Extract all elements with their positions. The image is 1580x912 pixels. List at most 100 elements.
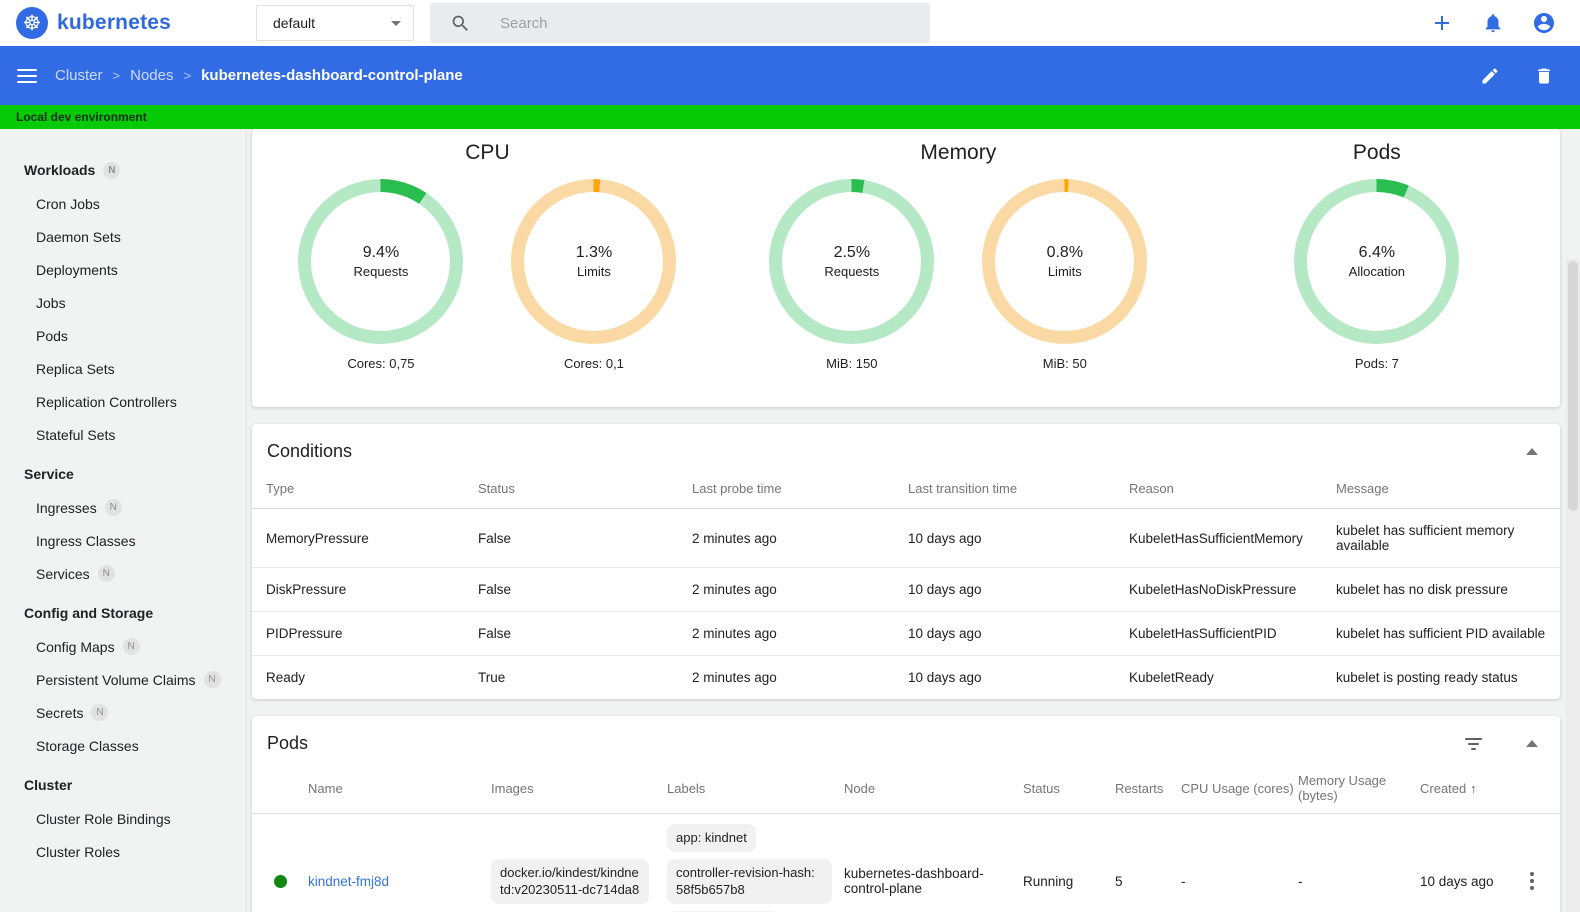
menu-icon[interactable] [17, 68, 37, 83]
create-resource-button[interactable] [1430, 11, 1454, 35]
cpu-limits-donut: 1.3% Limits [511, 179, 677, 344]
kubernetes-logo-icon: ☸ [16, 7, 48, 39]
sidebar-item-cluster-role-bindings[interactable]: Cluster Role Bindings [0, 802, 246, 835]
kebab-menu-icon[interactable] [1520, 872, 1544, 891]
column-header-last-probe-time: Last probe time [678, 475, 894, 509]
sidebar-section-config-and-storage: Config and Storage [24, 605, 154, 621]
breadcrumb-bar: Cluster > Nodes > kubernetes-dashboard-c… [0, 46, 1580, 105]
sidebar-item-replica-sets[interactable]: Replica Sets [0, 352, 246, 385]
sidebar-item-services[interactable]: Services N [0, 557, 246, 590]
search-icon [448, 11, 472, 35]
conditions-title: Conditions [267, 441, 353, 461]
pod-memory-usage: - [1298, 873, 1303, 889]
sidebar-item-persistent-volume-claims[interactable]: Persistent Volume Claims N [0, 663, 246, 696]
new-badge: N [103, 161, 121, 179]
sidebar-item-ingress-classes[interactable]: Ingress Classes [0, 524, 246, 557]
conditions-table: Type Status Last probe time Last transit… [252, 475, 1560, 699]
pod-name-link[interactable]: kindnet-fmj8d [308, 874, 389, 889]
pod-node: kubernetes-dashboard-control-plane [844, 866, 984, 897]
filter-icon[interactable] [1465, 737, 1482, 750]
cpu-title: CPU [465, 141, 510, 164]
notifications-bell-icon[interactable] [1481, 11, 1505, 35]
column-header-memory-usage: Memory Usage (bytes) [1290, 767, 1412, 814]
column-header-created[interactable]: Created ↑ [1412, 767, 1512, 814]
table-row: MemoryPressure False 2 minutes ago 10 da… [252, 508, 1560, 568]
pods-card: Pods Name Images Labels Node Status Rest… [252, 716, 1560, 912]
column-header-labels: Labels [659, 767, 836, 814]
column-header-type: Type [252, 475, 464, 509]
column-header-restarts: Restarts [1107, 767, 1173, 814]
cpu-allocation-group: CPU 9.4% Requests Cores: 0,75 1.3% Limit… [252, 137, 723, 407]
main-content: CPU 9.4% Requests Cores: 0,75 1.3% Limit… [247, 129, 1580, 912]
search-bar[interactable] [430, 3, 930, 43]
pod-restarts: 5 [1115, 873, 1123, 889]
pod-status-dot [274, 874, 287, 888]
breadcrumb-cluster[interactable]: Cluster [55, 67, 103, 84]
sidebar-item-daemon-sets[interactable]: Daemon Sets [0, 220, 246, 253]
sidebar-item-jobs[interactable]: Jobs [0, 286, 246, 319]
allocation-card: CPU 9.4% Requests Cores: 0,75 1.3% Limit… [252, 129, 1560, 407]
column-header-name[interactable]: Name [300, 767, 483, 814]
environment-banner-text: Local dev environment [16, 110, 147, 124]
memory-requests-donut: 2.5% Requests [769, 179, 935, 344]
account-circle-icon[interactable] [1532, 11, 1556, 35]
sidebar-section-workloads: Workloads N [0, 153, 246, 187]
sidebar-item-cluster-roles[interactable]: Cluster Roles [0, 835, 246, 868]
pod-status: Running [1023, 873, 1074, 889]
memory-requests-footer: MiB: 150 [826, 356, 878, 371]
collapse-icon[interactable] [1526, 740, 1538, 747]
sidebar-item-storage-classes[interactable]: Storage Classes [0, 729, 246, 762]
brand-name: kubernetes [57, 11, 172, 34]
sidebar-item-secrets[interactable]: Secrets N [0, 696, 246, 729]
memory-limits-footer: MiB: 50 [1042, 356, 1087, 371]
app-header: ☸ kubernetes default [0, 0, 1580, 46]
column-header-status: Status [1015, 767, 1107, 814]
sidebar-item-cron-jobs[interactable]: Cron Jobs [0, 187, 246, 220]
table-row: PIDPressure False 2 minutes ago 10 days … [252, 611, 1560, 656]
sidebar-section-cluster: Cluster [24, 777, 73, 793]
sidebar-item-ingresses[interactable]: Ingresses N [0, 491, 246, 524]
pods-allocation-group: Pods 6.4% Allocation Pods: 7 [1194, 137, 1560, 407]
delete-icon[interactable] [1532, 64, 1556, 88]
chevron-down-icon [391, 20, 401, 26]
cpu-limits-footer: Cores: 0,1 [563, 356, 624, 371]
pods-allocation-footer: Pods: 7 [1354, 356, 1399, 371]
edit-icon[interactable] [1478, 64, 1502, 88]
column-header-message: Message [1322, 475, 1560, 509]
sidebar-item-replication-controllers[interactable]: Replication Controllers [0, 385, 246, 418]
pods-title: Pods [1352, 141, 1401, 164]
scrollbar[interactable] [1566, 259, 1580, 912]
pod-label-chip: controller-revision-hash: 58f5b657b8 [667, 858, 832, 904]
breadcrumb-nodes[interactable]: Nodes [130, 67, 173, 84]
sidebar-item-stateful-sets[interactable]: Stateful Sets [0, 418, 246, 451]
namespace-value: default [273, 15, 316, 31]
scrollbar-thumb[interactable] [1568, 261, 1578, 511]
namespace-selector[interactable]: default [256, 5, 414, 41]
pod-image-chip: docker.io/kindest/kindnetd:v20230511-dc7… [491, 858, 649, 904]
column-header-status-icon [252, 767, 300, 814]
sidebar-section-service: Service [24, 466, 74, 482]
table-row: DiskPressure False 2 minutes ago 10 days… [252, 567, 1560, 612]
kubernetes-brand[interactable]: ☸ kubernetes [0, 7, 240, 39]
pods-section-title: Pods [267, 733, 309, 753]
new-badge: N [97, 565, 115, 582]
sidebar-item-pods[interactable]: Pods [0, 319, 246, 352]
new-badge: N [122, 638, 140, 655]
sidebar: Workloads N Cron Jobs Daemon Sets Deploy… [0, 129, 247, 912]
environment-banner: Local dev environment [0, 105, 1580, 129]
sidebar-item-deployments[interactable]: Deployments [0, 253, 246, 286]
pods-table: Name Images Labels Node Status Restarts … [252, 767, 1560, 912]
collapse-icon[interactable] [1526, 448, 1538, 455]
column-header-reason: Reason [1115, 475, 1322, 509]
sidebar-item-config-maps[interactable]: Config Maps N [0, 630, 246, 663]
pods-allocation-donut: 6.4% Allocation [1294, 179, 1460, 344]
search-input[interactable] [500, 14, 880, 32]
cpu-requests-donut: 9.4% Requests [298, 179, 464, 344]
new-badge: N [104, 499, 122, 516]
page-title: kubernetes-dashboard-control-plane [201, 67, 463, 84]
column-header-last-transition-time: Last transition time [894, 475, 1115, 509]
column-header-status: Status [464, 475, 678, 509]
conditions-card: Conditions Type Status Last probe time L… [252, 424, 1560, 699]
sort-ascending-icon: ↑ [1470, 780, 1477, 796]
breadcrumb: Cluster > Nodes > kubernetes-dashboard-c… [55, 67, 463, 84]
